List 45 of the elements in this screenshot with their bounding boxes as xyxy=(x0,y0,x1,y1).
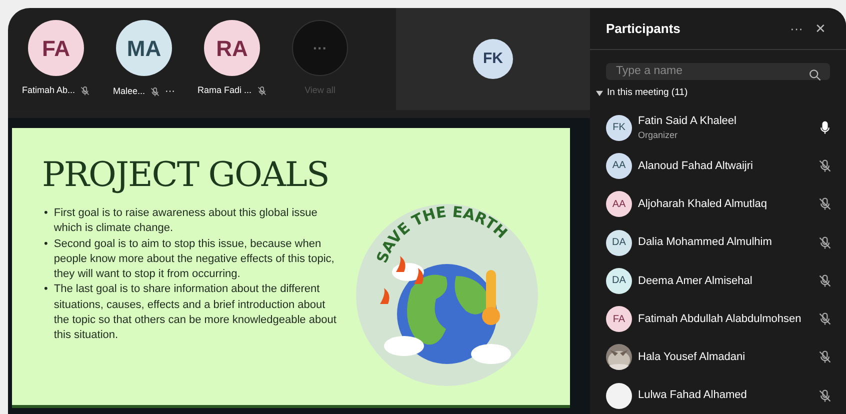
participant-row[interactable]: AA Aljoharah Khaled Almutlaq xyxy=(590,185,846,224)
section-header[interactable]: In this meeting (11) xyxy=(590,86,846,100)
participant-row[interactable]: FK Fatin Said A Khaleel Organizer xyxy=(590,108,846,147)
participant-row[interactable]: FA Fatimah Abdullah Alabdulmohsen xyxy=(590,300,846,338)
participant-name: Deema Amer Almisehal xyxy=(638,274,754,289)
participant-name: Aljoharah Khaled Almutlaq xyxy=(638,196,768,212)
avatar: FA xyxy=(606,306,632,332)
bullet-text: Second goal is to aim to stop this issue, because when people know more about the negative effects of this topic, they will want to stop it from occurring. xyxy=(54,236,336,282)
participant-name: Rama Fadi ... xyxy=(197,84,252,97)
avatar[interactable]: FA xyxy=(28,20,84,76)
participant-role: Organizer xyxy=(638,129,679,142)
bullet-text: The last goal is to share information about the different situations, causes, effects and a brief introduction about the topic so that others can be more knowledgeable about this situation. xyxy=(54,282,338,344)
avatar: DA xyxy=(606,268,632,294)
search-field[interactable]: Type a name xyxy=(606,63,830,80)
more-options-button[interactable]: ··· xyxy=(784,18,809,38)
participant-name: Fatimah Abdullah Alabdulmohsen xyxy=(638,312,802,327)
bullet-marker: • xyxy=(44,236,48,252)
participant-row[interactable]: AA Alanoud Fahad Altwaijri xyxy=(590,146,846,186)
avatar: AA xyxy=(606,152,632,179)
bullet-marker: • xyxy=(44,282,48,298)
search-icon xyxy=(809,69,821,81)
slide-title: PROJECT GOALS xyxy=(42,158,330,192)
avatar: DA xyxy=(606,230,632,256)
participant-name: Alanoud Fahad Altwaijri xyxy=(638,158,754,174)
participant-name: Hala Yousef Almadani xyxy=(638,350,746,366)
avatar[interactable]: MA xyxy=(116,20,172,76)
panel-title: Participants xyxy=(606,20,682,38)
participant-row[interactable]: DA Deema Amer Almisehal xyxy=(590,262,846,300)
participant-name: Fatimah Ab... xyxy=(22,84,76,97)
avatar: AA xyxy=(606,191,632,218)
avatar[interactable]: RA xyxy=(204,20,260,76)
participant-name: Lulwa Fahad Alhamed xyxy=(638,388,748,404)
section-label: In this meeting (11) xyxy=(607,86,688,100)
participant-name: Dalia Mohammed Almulhim xyxy=(638,235,773,250)
avatar: FK xyxy=(473,39,513,79)
participant-row[interactable]: Hala Yousef Almadani xyxy=(590,338,846,377)
more-options[interactable]: ··· xyxy=(165,84,175,99)
bullet-marker: • xyxy=(44,206,48,221)
participant-name: Fatin Said A Khaleel xyxy=(638,114,738,129)
participant-row[interactable]: DA Dalia Mohammed Almulhim xyxy=(590,223,846,262)
participant-row[interactable]: Lulwa Fahad Alhamed xyxy=(590,376,846,414)
bullet-text: First goal is to raise awareness about this global issue which is climate change. xyxy=(54,206,318,236)
participant-name: Malee... xyxy=(112,84,145,98)
close-button[interactable]: ✕ xyxy=(809,18,832,38)
avatar: FK xyxy=(606,114,632,141)
